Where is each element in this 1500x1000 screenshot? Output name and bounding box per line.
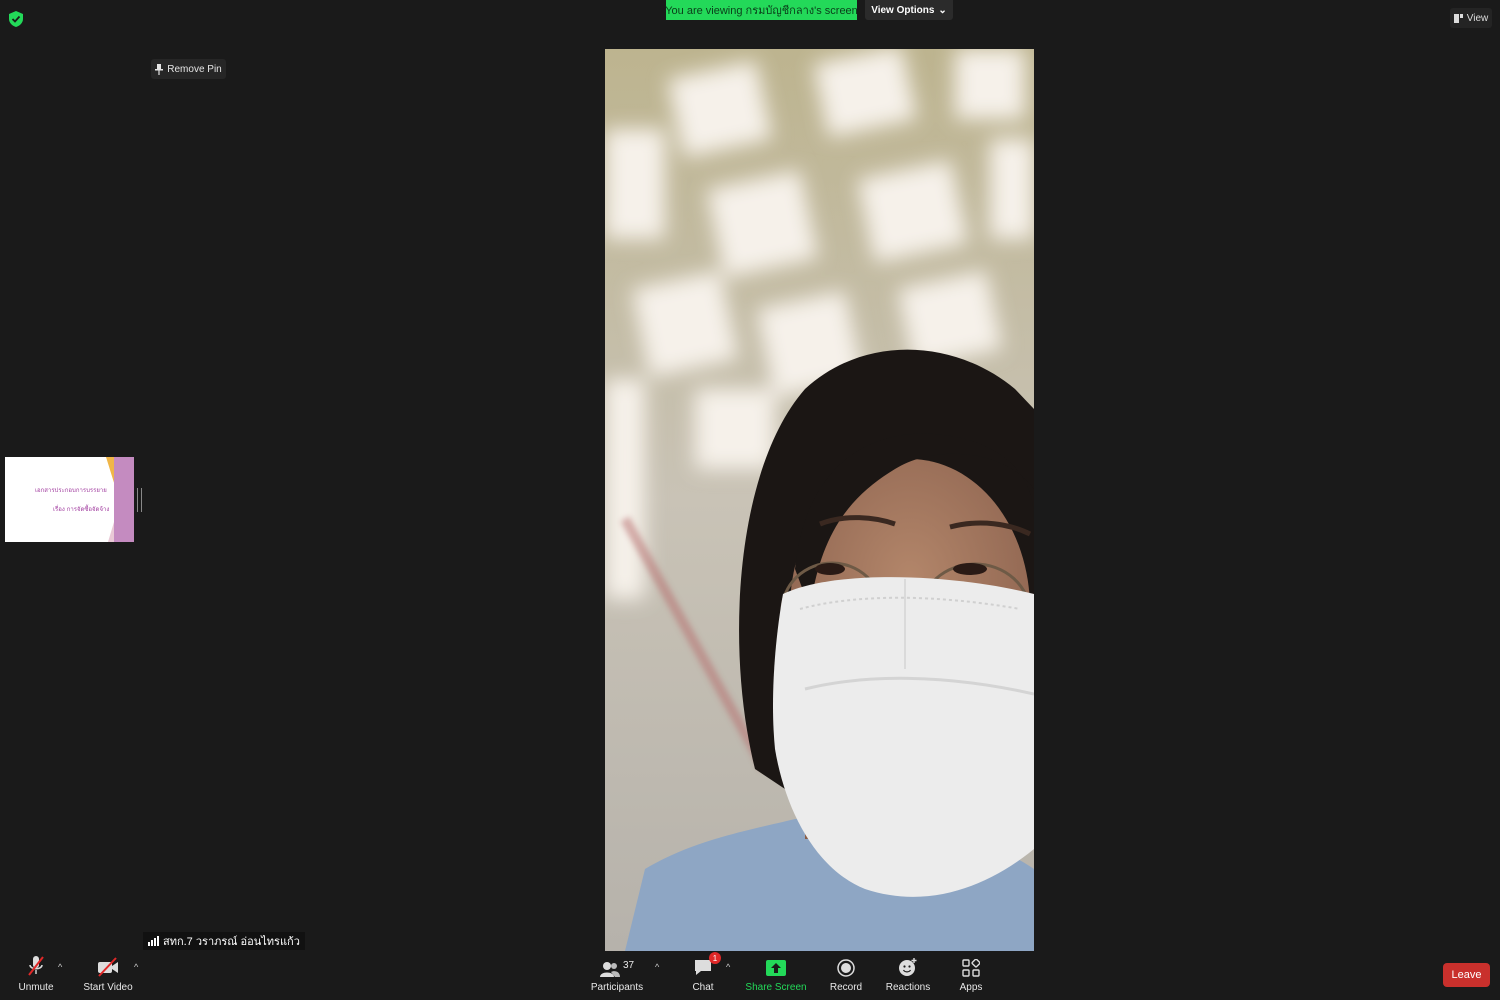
reactions-button[interactable]: Reactions: [885, 953, 931, 993]
resize-handle[interactable]: [137, 488, 142, 512]
slide-title-line2: เรื่อง การจัดซื้อจัดจ้าง: [53, 506, 110, 513]
apps-label: Apps: [959, 982, 983, 993]
viewing-text: You are viewing กรมบัญชีกลาง's screen: [665, 5, 858, 17]
video-camera-off-icon: [98, 957, 118, 977]
share-screen-label: Share Screen: [745, 982, 807, 993]
audio-options-caret-icon[interactable]: ^: [58, 962, 62, 972]
apps-icon: [962, 959, 980, 977]
participant-name-tag: สทก.7 วราภรณ์ อ่อนไทรแก้ว: [143, 932, 305, 950]
unmute-label: Unmute: [18, 982, 54, 993]
chat-button[interactable]: 1 Chat: [688, 952, 721, 993]
record-icon: [837, 959, 855, 977]
view-options-button[interactable]: View Options ⌄: [865, 0, 953, 20]
reactions-label: Reactions: [885, 982, 931, 993]
signal-strength-icon: [148, 936, 159, 946]
view-button[interactable]: View: [1450, 8, 1492, 28]
shared-screen-thumbnail[interactable]: เอกสารประกอบการบรรยาย เรื่อง การจัดซื้อจ…: [5, 457, 134, 542]
share-screen-button[interactable]: Share Screen: [745, 953, 807, 993]
remove-pin-button[interactable]: Remove Pin: [151, 59, 226, 79]
participants-icon: [599, 962, 620, 977]
participant-video: [605, 49, 1034, 951]
start-video-button[interactable]: Start Video: [82, 953, 134, 993]
share-screen-icon: [766, 960, 786, 976]
chat-options-caret-icon[interactable]: ^: [726, 962, 730, 972]
participants-label: Participants: [590, 982, 644, 993]
chevron-down-icon: ⌄: [938, 4, 947, 16]
start-video-label: Start Video: [83, 982, 133, 993]
chat-label: Chat: [692, 982, 714, 993]
unmute-button[interactable]: Unmute: [15, 953, 57, 993]
participants-options-caret-icon[interactable]: ^: [655, 962, 659, 972]
slide-title-line1: เอกสารประกอบการบรรยาย: [35, 487, 107, 494]
apps-button[interactable]: Apps: [955, 953, 987, 993]
participants-count: 37: [622, 960, 635, 971]
chat-unread-badge: 1: [709, 952, 721, 964]
video-options-caret-icon[interactable]: ^: [134, 962, 138, 972]
leave-label: Leave: [1451, 969, 1482, 981]
view-label: View: [1466, 12, 1489, 24]
smiley-plus-icon: [899, 958, 917, 976]
record-label: Record: [829, 982, 863, 993]
participant-name: สทก.7 วราภรณ์ อ่อนไทรแก้ว: [163, 936, 300, 948]
security-shield-icon[interactable]: [9, 11, 23, 27]
viewing-screen-banner: You are viewing กรมบัญชีกลาง's screen: [665, 0, 858, 20]
record-button[interactable]: Record: [826, 953, 866, 993]
pin-icon: [155, 63, 164, 75]
leave-button[interactable]: Leave: [1443, 963, 1490, 987]
participants-button[interactable]: 37 Participants: [591, 953, 643, 993]
slide-decoration: [114, 457, 134, 542]
microphone-muted-icon: [28, 956, 44, 976]
remove-pin-label: Remove Pin: [167, 63, 222, 75]
layout-icon: [1453, 13, 1463, 23]
view-options-label: View Options: [871, 4, 935, 16]
